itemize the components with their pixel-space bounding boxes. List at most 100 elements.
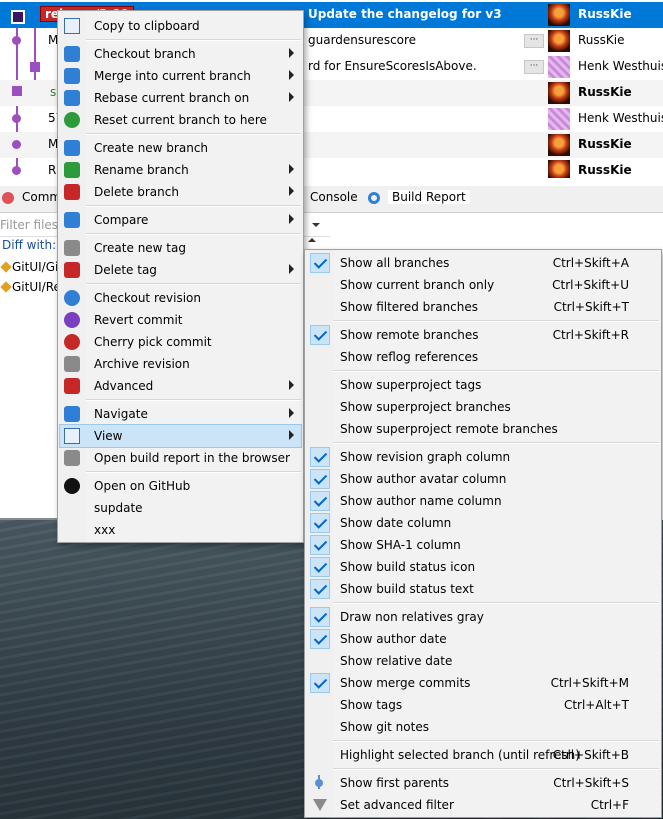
tab-build-report[interactable]: Build Report [388, 190, 470, 204]
commit-message: Update the changelog for v3 [308, 7, 502, 21]
view-option-show-build-status-text[interactable]: Show build status text [307, 578, 659, 600]
file-item[interactable]: GitUI/Re [0, 280, 61, 294]
view-option-set-advanced-filter[interactable]: Set advanced filter Ctrl+F [307, 794, 659, 816]
file-item[interactable]: GitUI/Git [0, 260, 64, 274]
menu-item-open-on-github[interactable]: Open on GitHub [60, 475, 301, 497]
menu-item-label: Archive revision [94, 357, 190, 371]
graph-label: s [50, 85, 57, 99]
avatar [548, 30, 570, 52]
menu-separator [333, 740, 659, 742]
menu-separator [86, 471, 301, 473]
menu-item-navigate[interactable]: Navigate [60, 403, 301, 425]
menu-item-advanced[interactable]: Advanced [60, 375, 301, 397]
submenu-arrow-icon [289, 164, 294, 174]
view-option-show-superproject-tags[interactable]: Show superproject tags [307, 374, 659, 396]
menu-separator [86, 283, 301, 285]
menu-item-copy-to-clipboard[interactable]: Copy to clipboard [60, 15, 301, 37]
view-option-label: Show remote branches [340, 328, 479, 342]
tab-commit[interactable]: Comm [22, 190, 61, 204]
pencil-icon [0, 261, 12, 273]
view-option-show-remote-branches[interactable]: Show remote branches Ctrl+Skift+R [307, 324, 659, 346]
rebase-icon [64, 90, 80, 106]
menu-item-label: Delete branch [94, 185, 179, 199]
menu-separator [333, 768, 659, 770]
avatar [548, 108, 570, 130]
view-option-show-current-branch-only[interactable]: Show current branch only Ctrl+Skift+U [307, 274, 659, 296]
view-option-show-first-parents[interactable]: Show first parents Ctrl+Skift+S [307, 772, 659, 794]
view-option-show-relative-date[interactable]: Show relative date [307, 650, 659, 672]
more-button[interactable]: ··· [524, 60, 544, 74]
menu-item-label: Rename branch [94, 163, 189, 177]
menu-item-label: Create new tag [94, 241, 186, 255]
first-parent-icon [315, 775, 323, 789]
menu-item-compare[interactable]: Compare [60, 209, 301, 231]
menu-item-label: xxx [94, 523, 116, 537]
view-option-show-tags[interactable]: Show tags Ctrl+Alt+T [307, 694, 659, 716]
view-option-label: Draw non relatives gray [340, 610, 484, 624]
view-option-show-reflog-references[interactable]: Show reflog references [307, 346, 659, 368]
author-name: Henk Westhuis [578, 59, 663, 73]
menu-item-create-new-tag[interactable]: Create new tag [60, 237, 301, 259]
view-option-label: Show build status icon [340, 560, 476, 574]
checkout-revision-icon [64, 290, 80, 306]
github-icon [64, 478, 80, 494]
menu-item-checkout-revision[interactable]: Checkout revision [60, 287, 301, 309]
author-name: RussKie [578, 33, 625, 47]
view-option-label: Show author avatar column [340, 472, 507, 486]
checkmark-icon [310, 253, 330, 273]
menu-item-revert-commit[interactable]: Revert commit [60, 309, 301, 331]
chevron-up-icon[interactable] [308, 238, 316, 242]
menu-item-open-build-report-in-the-browser[interactable]: Open build report in the browser [60, 447, 301, 469]
avatar [548, 134, 570, 156]
view-option-highlight-selected-branch-until-refresh[interactable]: Highlight selected branch (until refresh… [307, 744, 659, 766]
file-path: GitUI/Re [12, 280, 61, 294]
view-option-show-author-date[interactable]: Show author date [307, 628, 659, 650]
view-option-draw-non-relatives-gray[interactable]: Draw non relatives gray [307, 606, 659, 628]
view-option-label: Show relative date [340, 654, 453, 668]
menu-item-delete-tag[interactable]: Delete tag [60, 259, 301, 281]
submenu-arrow-icon [289, 186, 294, 196]
view-option-label: Show superproject tags [340, 378, 482, 392]
menu-item-xxx[interactable]: xxx [60, 519, 301, 541]
view-option-show-merge-commits[interactable]: Show merge commits Ctrl+Skift+M [307, 672, 659, 694]
more-button[interactable]: ··· [524, 34, 544, 48]
view-option-show-revision-graph-column[interactable]: Show revision graph column [307, 446, 659, 468]
menu-separator [86, 205, 301, 207]
graph-node [12, 140, 21, 149]
menu-item-create-new-branch[interactable]: Create new branch [60, 137, 301, 159]
menu-item-label: Advanced [94, 379, 154, 393]
author-name: Henk Westhuis [578, 111, 663, 125]
menu-item-cherry-pick-commit[interactable]: Cherry pick commit [60, 331, 301, 353]
rename-branch-icon [64, 162, 80, 178]
view-option-show-date-column[interactable]: Show date column [307, 512, 659, 534]
menu-separator [86, 399, 301, 401]
view-option-show-all-branches[interactable]: Show all branches Ctrl+Skift+A [307, 252, 659, 274]
menu-item-delete-branch[interactable]: Delete branch [60, 181, 301, 203]
menu-separator [333, 602, 659, 604]
submenu-arrow-icon [289, 70, 294, 80]
tab-console[interactable]: Console [310, 190, 358, 204]
menu-item-view[interactable]: View [59, 424, 302, 448]
chevron-down-icon[interactable] [312, 223, 320, 227]
view-option-show-git-notes[interactable]: Show git notes [307, 716, 659, 738]
view-option-show-sha-1-column[interactable]: Show SHA-1 column [307, 534, 659, 556]
navigate-icon [64, 406, 80, 422]
view-option-show-author-avatar-column[interactable]: Show author avatar column [307, 468, 659, 490]
menu-item-rename-branch[interactable]: Rename branch [60, 159, 301, 181]
menu-item-checkout-branch[interactable]: Checkout branch [60, 43, 301, 65]
menu-item-rebase-current-branch-on[interactable]: Rebase current branch on [60, 87, 301, 109]
file-path: GitUI/Git [12, 260, 64, 274]
compare-icon [64, 212, 80, 228]
view-option-show-superproject-branches[interactable]: Show superproject branches [307, 396, 659, 418]
menu-item-reset-current-branch-to-here[interactable]: Reset current branch to here [60, 109, 301, 131]
view-option-label: Show date column [340, 516, 452, 530]
menu-item-supdate[interactable]: supdate [60, 497, 301, 519]
view-option-show-filtered-branches[interactable]: Show filtered branches Ctrl+Skift+T [307, 296, 659, 318]
view-option-show-build-status-icon[interactable]: Show build status icon [307, 556, 659, 578]
menu-item-label: Checkout branch [94, 47, 196, 61]
view-option-show-author-name-column[interactable]: Show author name column [307, 490, 659, 512]
menu-item-archive-revision[interactable]: Archive revision [60, 353, 301, 375]
menu-item-label: Rebase current branch on [94, 91, 250, 105]
menu-item-merge-into-current-branch[interactable]: Merge into current branch [60, 65, 301, 87]
view-option-show-superproject-remote-branches[interactable]: Show superproject remote branches [307, 418, 659, 440]
